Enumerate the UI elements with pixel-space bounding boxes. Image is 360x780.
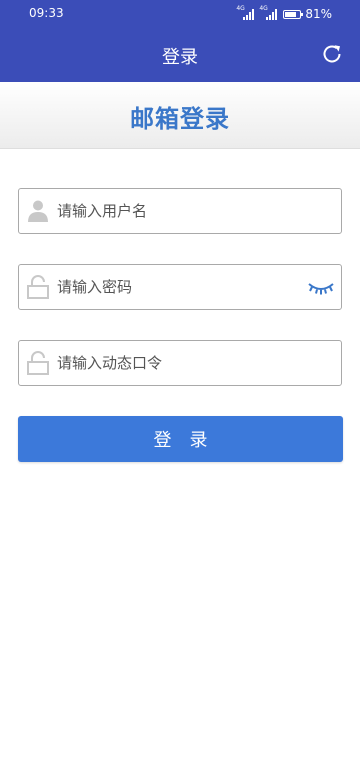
app-header: 登录 [0, 28, 360, 82]
password-input[interactable] [57, 265, 307, 309]
eye-closed-icon [308, 283, 334, 295]
username-input[interactable] [57, 189, 307, 233]
lock-icon [27, 351, 49, 375]
status-indicators: 4G 4G 81% [231, 5, 332, 23]
page-title: 登录 [162, 47, 198, 68]
otp-field[interactable] [18, 340, 342, 386]
battery-percent: 81% [305, 7, 332, 21]
refresh-icon [323, 45, 341, 63]
status-time: 09:33 [29, 6, 64, 20]
otp-input[interactable] [57, 341, 307, 385]
user-icon [28, 200, 48, 222]
signal-icon: 4G [236, 5, 255, 20]
network-type-label: 4G [236, 5, 245, 12]
status-bar: 09:33 4G 4G 81% [0, 0, 360, 28]
battery-icon [283, 9, 304, 19]
username-field[interactable] [18, 188, 342, 234]
network-type-label: 4G [259, 5, 268, 12]
password-visibility-toggle[interactable] [307, 277, 335, 297]
lock-icon [27, 275, 49, 299]
banner-title: 邮箱登录 [130, 105, 230, 133]
login-button[interactable]: 登录 [18, 416, 343, 462]
login-banner: 邮箱登录 [0, 82, 360, 149]
signal-icon: 4G [259, 5, 278, 20]
refresh-button[interactable] [320, 42, 344, 66]
password-field[interactable] [18, 264, 342, 310]
